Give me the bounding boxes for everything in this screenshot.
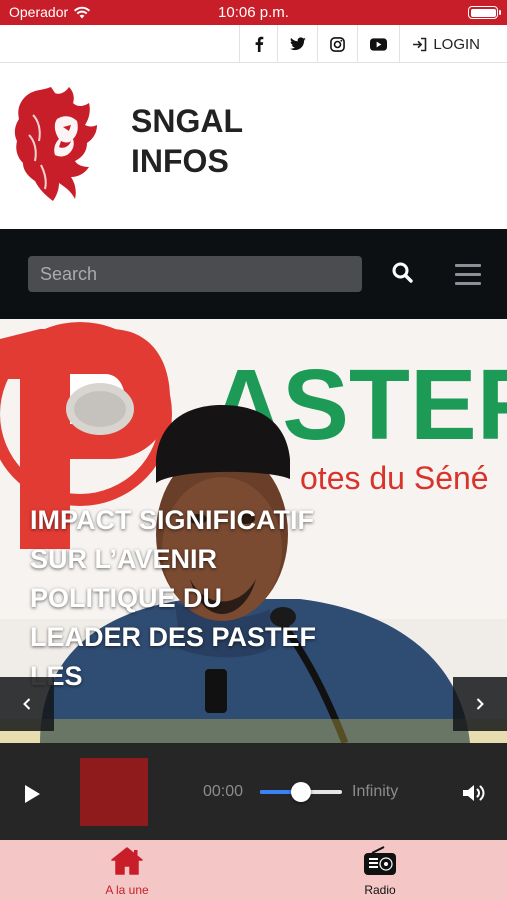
youtube-icon[interactable] [357,25,399,63]
clock: 10:06 p.m. [218,4,289,21]
radio-icon [364,846,396,875]
battery-icon [468,6,501,19]
search-input[interactable] [28,256,362,292]
play-icon[interactable] [22,784,42,804]
volume-icon[interactable] [461,782,487,804]
instagram-icon[interactable] [317,25,357,63]
svg-text:otes du Séné: otes du Séné [300,460,489,496]
current-time: 00:00 [203,783,244,800]
search-icon[interactable] [390,260,416,286]
tab-radio[interactable]: Radio [325,840,435,900]
login-label: LOGIN [433,35,480,53]
tab-label: Radio [364,883,396,897]
duration: Infinity [352,783,399,800]
login-button[interactable]: LOGIN [399,25,507,63]
site-name: SNGAL INFOS [131,103,243,179]
hamburger-menu-icon[interactable] [455,262,481,286]
volume-slider[interactable] [260,782,342,802]
carousel-prev-button[interactable] [0,677,54,731]
brand-header: SNGAL INFOS [0,63,507,229]
carousel-next-button[interactable] [453,677,507,731]
social-bar: LOGIN [0,25,507,63]
lion-logo[interactable] [13,85,99,203]
chevron-left-icon [23,698,31,710]
volume-slider-thumb[interactable] [291,782,311,802]
tab-bar: A la une Radio [0,840,507,900]
audio-player: 00:00 Infinity [0,743,507,840]
home-icon [111,847,143,875]
tab-label: A la une [105,883,149,897]
album-art [80,758,148,826]
hero-carousel[interactable]: ASTEF otes du Séné IMPACT SIGNIFICATIF S… [0,319,507,743]
tab-a-la-une[interactable]: A la une [72,840,182,900]
facebook-icon[interactable] [239,25,277,63]
twitter-icon[interactable] [277,25,317,63]
login-icon [413,37,427,51]
status-bar: Operador 10:06 p.m. [0,0,507,25]
hero-headline[interactable]: IMPACT SIGNIFICATIF SUR L’AVENIR POLITIQ… [30,501,320,696]
chevron-right-icon [476,698,484,710]
nav-bar [0,229,507,319]
